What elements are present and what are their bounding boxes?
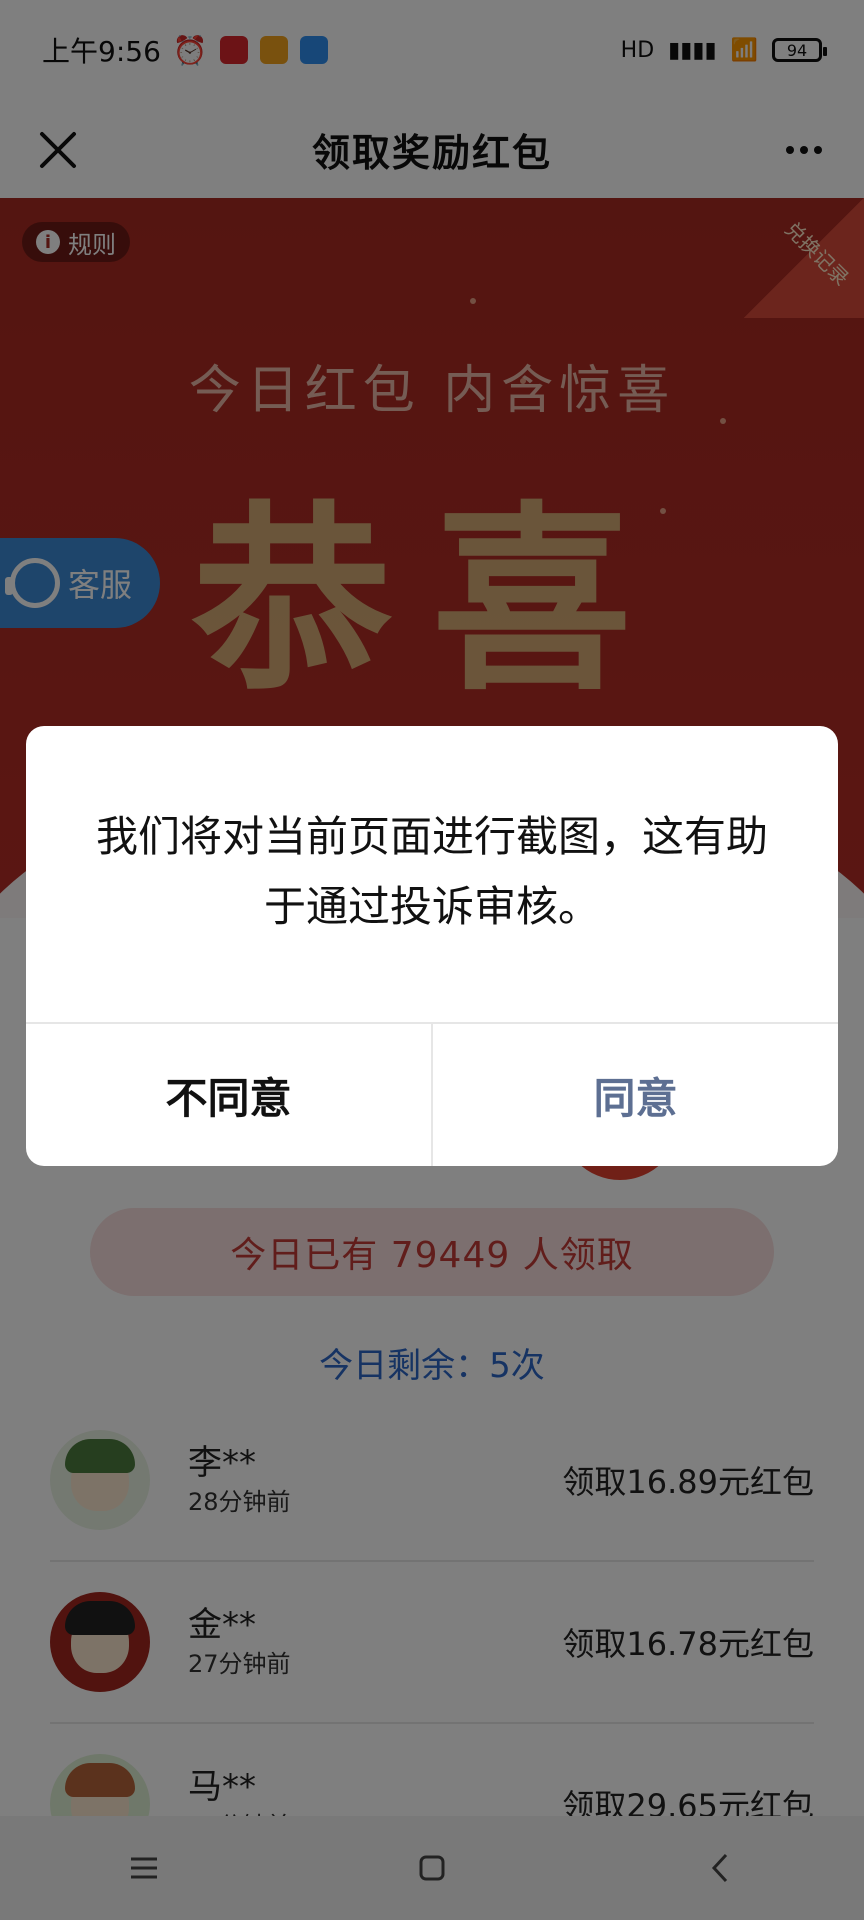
dialog-message: 我们将对当前页面进行截图，这有助于通过投诉审核。 bbox=[95, 812, 768, 931]
disagree-button[interactable]: 不同意 bbox=[26, 1024, 433, 1166]
screenshot-consent-dialog: 我们将对当前页面进行截图，这有助于通过投诉审核。 不同意 同意 bbox=[26, 726, 838, 1166]
screen: 上午9:56 ⏰ HD ▮▮▮▮ 📶 94 领取奖励红包 bbox=[0, 0, 864, 1920]
agree-button[interactable]: 同意 bbox=[433, 1024, 838, 1166]
dialog-actions: 不同意 同意 bbox=[26, 1022, 838, 1166]
